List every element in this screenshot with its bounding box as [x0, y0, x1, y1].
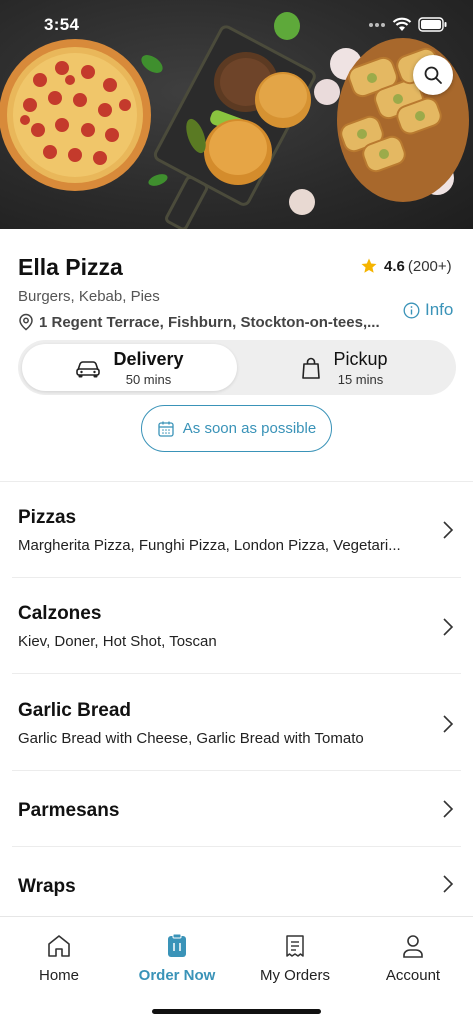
nav-account[interactable]: Account — [354, 933, 472, 984]
pickup-time: 15 mins — [337, 371, 384, 387]
order-icon — [168, 933, 186, 957]
star-icon — [361, 258, 377, 273]
order-mode-toggle: Delivery 50 mins Pickup 15 mins — [18, 340, 456, 395]
person-icon — [403, 935, 423, 958]
signal-icon — [369, 23, 385, 27]
nav-label: Home — [38, 967, 79, 984]
calendar-icon — [158, 421, 174, 437]
category-row-garlic-bread[interactable]: Garlic Bread Garlic Bread with Cheese, G… — [0, 674, 473, 771]
category-row-calzones[interactable]: Calzones Kiev, Doner, Hot Shot, Toscan — [0, 578, 473, 674]
nav-label: My Orders — [259, 967, 330, 984]
info-label: Info — [425, 300, 454, 319]
cuisine-list: Burgers, Kebab, Pies — [18, 288, 160, 305]
nav-label: Order Now — [138, 967, 216, 984]
hero-image: 3:54 — [0, 0, 473, 229]
car-icon — [76, 360, 101, 377]
rating-value: 4.6 — [384, 257, 405, 275]
schedule-label: As soon as possible — [182, 420, 317, 437]
location-pin-icon — [19, 313, 33, 331]
category-row-parmesans[interactable]: Parmesans — [0, 771, 473, 847]
category-items: Margherita Pizza, Funghi Pizza, London P… — [18, 537, 401, 554]
nav-home[interactable]: Home — [0, 933, 118, 984]
pickup-option[interactable]: Pickup 15 mins — [237, 344, 452, 391]
pickup-label: Pickup — [333, 348, 388, 369]
info-link[interactable]: Info — [403, 300, 453, 320]
category-row-wraps[interactable]: Wraps — [0, 847, 473, 916]
schedule-button[interactable]: As soon as possible — [141, 405, 332, 452]
category-title: Wraps — [18, 876, 76, 897]
home-icon — [48, 935, 70, 957]
delivery-label: Delivery — [113, 348, 184, 369]
wifi-icon — [392, 17, 412, 31]
status-time: 3:54 — [44, 15, 80, 34]
info-icon — [403, 302, 420, 318]
delivery-time: 50 mins — [125, 371, 172, 387]
chevron-right-icon — [443, 800, 454, 818]
category-title: Calzones — [18, 603, 102, 624]
search-icon — [424, 66, 442, 84]
review-count: (200+) — [407, 257, 452, 275]
chevron-right-icon — [443, 715, 454, 733]
rating: 4.6 (200+) — [360, 257, 452, 275]
chevron-right-icon — [443, 521, 454, 539]
category-row-pizzas[interactable]: Pizzas Margherita Pizza, Funghi Pizza, L… — [0, 482, 473, 578]
bottom-nav: Home Order Now My Orders Account — [0, 916, 473, 1024]
category-items: Garlic Bread with Cheese, Garlic Bread w… — [18, 730, 364, 747]
category-items: Kiev, Doner, Hot Shot, Toscan — [18, 633, 217, 650]
search-button[interactable] — [413, 55, 453, 95]
nav-my-orders[interactable]: My Orders — [236, 933, 354, 984]
address: 1 Regent Terrace, Fishburn, Stockton-on-… — [18, 313, 388, 331]
restaurant-name: Ella Pizza — [18, 254, 123, 280]
home-indicator — [152, 1009, 321, 1014]
status-bar: 3:54 — [0, 0, 473, 52]
nav-order-now[interactable]: Order Now — [118, 933, 236, 984]
battery-icon — [418, 17, 447, 32]
nav-label: Account — [385, 967, 441, 984]
category-title: Pizzas — [18, 507, 77, 528]
chevron-right-icon — [443, 618, 454, 636]
receipt-icon — [286, 935, 304, 957]
category-title: Parmesans — [18, 800, 120, 821]
category-title: Garlic Bread — [18, 700, 131, 721]
delivery-option[interactable]: Delivery 50 mins — [22, 344, 237, 391]
chevron-right-icon — [443, 875, 454, 893]
shopping-bag-icon — [302, 357, 321, 379]
address-text: 1 Regent Terrace, Fishburn, Stockton-on-… — [39, 313, 380, 331]
